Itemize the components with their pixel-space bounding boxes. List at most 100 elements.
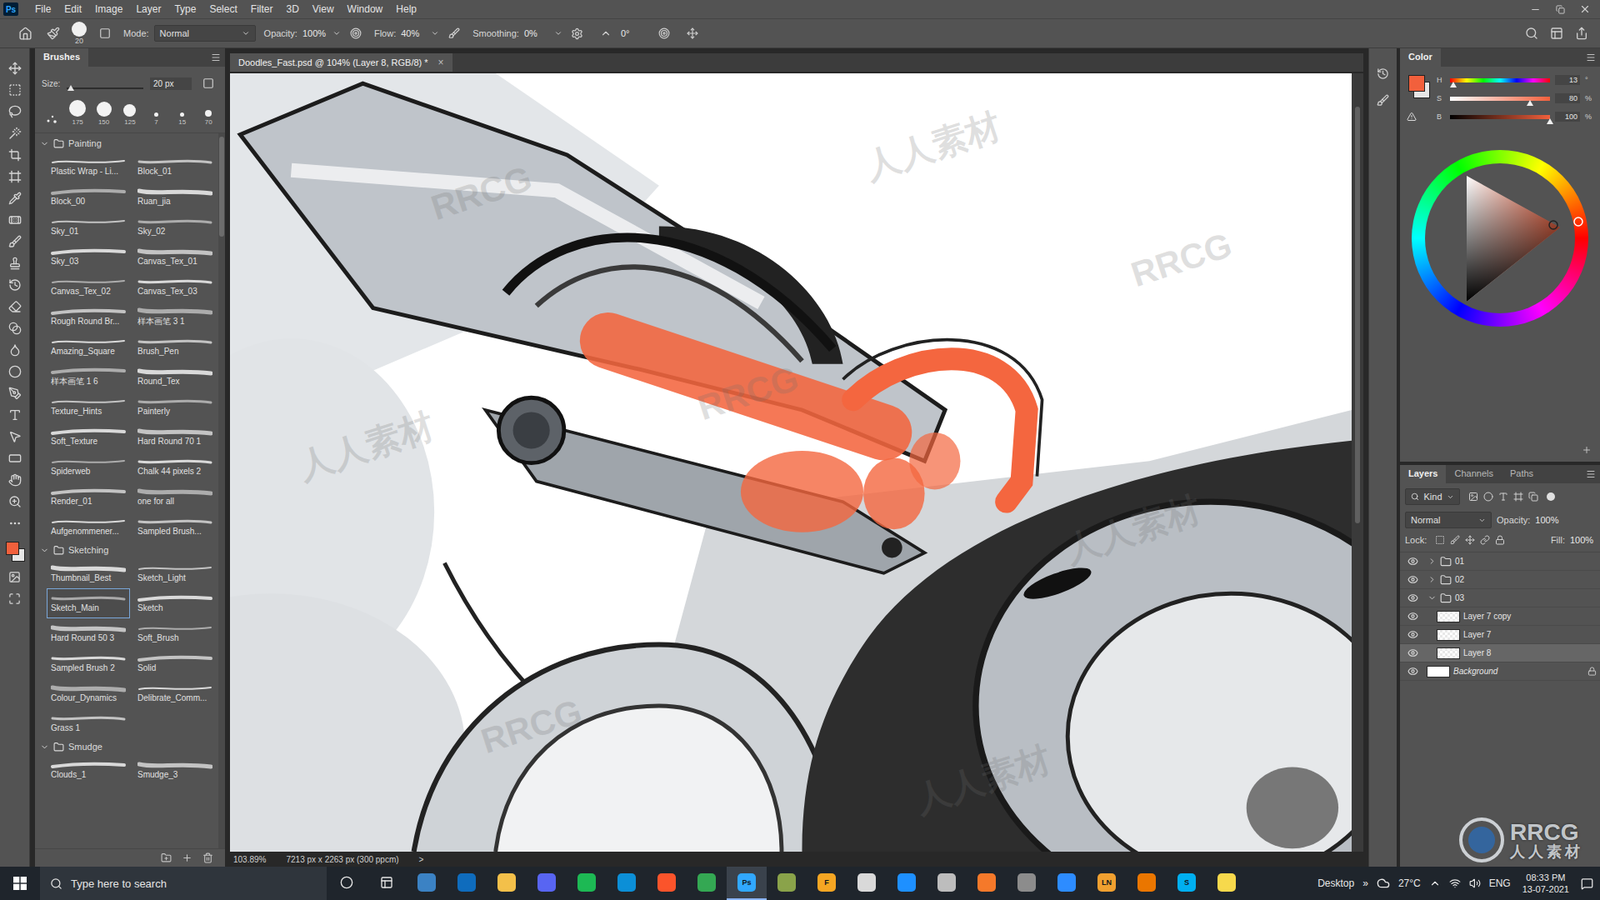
layers-tab[interactable]: Channels [1445,465,1501,484]
menu-item[interactable]: Edit [57,1,89,17]
taskbar-app[interactable] [646,866,687,900]
trash-icon[interactable] [202,852,214,864]
chevron-right-icon[interactable] [1427,556,1437,566]
share-icon[interactable] [1575,26,1589,40]
brush-item[interactable]: Aufgenommener... [46,511,130,542]
layer-opacity-value[interactable]: 100% [1535,515,1560,525]
toolbar-chevron[interactable]: » [1362,877,1369,890]
pressure-opacity-button[interactable] [345,23,366,44]
size-field[interactable]: 20 px [150,77,192,90]
brush-item[interactable]: Block_00 [46,181,130,212]
chevron-down-icon[interactable] [40,742,50,752]
brush-preset[interactable]: 70 [199,110,219,126]
brush-item[interactable]: Amazing_Square [46,331,130,362]
home-button[interactable] [15,23,35,44]
app-icon[interactable] [977,873,996,892]
airbrush-button[interactable] [444,23,465,44]
taskbar-app[interactable] [406,866,447,900]
brush-settings-icon[interactable] [99,27,111,40]
new-brush-icon[interactable] [181,852,193,864]
menu-icon[interactable] [210,52,221,63]
brush-item[interactable]: Round_Tex [133,361,217,392]
brush-item[interactable]: Block_01 [133,151,217,182]
app-icon[interactable] [577,873,596,892]
brush-item[interactable]: Hard Round 50 3 [46,618,130,649]
visibility-toggle[interactable] [1405,610,1420,622]
tool-preset-button[interactable] [43,23,64,44]
eye-icon[interactable] [1407,665,1419,677]
tool-icon[interactable] [8,300,22,314]
tool-button[interactable] [5,428,25,445]
size-slider[interactable] [66,87,144,90]
app-icon[interactable] [937,873,956,892]
close-icon[interactable] [1579,3,1591,15]
smart-filter-icon[interactable] [1528,491,1539,502]
channel-thumb[interactable] [1526,100,1534,106]
filter-dropdown[interactable]: Kind [1405,488,1460,505]
taskbar-app[interactable] [446,866,487,900]
add-icon[interactable] [1581,445,1592,455]
type-filter-icon[interactable] [1498,491,1509,502]
brush-item[interactable]: Thumbnail_Best [46,558,130,589]
taskbar-search[interactable]: Type here to search [40,866,327,900]
layer-row[interactable]: Layer 7 copy [1400,607,1600,626]
visibility-toggle[interactable] [1405,629,1420,640]
tool-icon[interactable] [8,235,22,249]
layer-row[interactable]: 01 [1400,552,1600,571]
brush-item[interactable]: Delibrate_Comm... [133,678,217,709]
chevron-right-icon[interactable] [1427,575,1437,585]
menu-item[interactable]: Select [202,1,244,17]
layer-row[interactable]: 02 [1400,570,1600,590]
color-swatches[interactable] [4,540,26,564]
tool-icon[interactable] [8,451,22,465]
tool-icon[interactable] [8,83,22,97]
brush-preset[interactable]: 125 [120,104,140,126]
app-logo[interactable]: Ps [3,2,19,16]
gamut-warning[interactable] [1406,111,1417,122]
search-button[interactable] [1521,23,1542,44]
language-indicator[interactable]: ENG [1489,877,1511,890]
taskbar-app[interactable] [526,866,567,900]
tool-icon[interactable] [8,430,22,444]
tool-button[interactable] [5,146,25,164]
brush-item[interactable]: Smudge_3 [133,755,217,785]
app-icon[interactable]: S [1177,873,1196,892]
chevron-down-icon[interactable] [40,545,50,555]
panel-menu-button[interactable] [1581,465,1600,484]
eye-icon[interactable] [1407,629,1419,640]
app-icon[interactable] [657,873,676,892]
brush-item[interactable]: Soft_Texture [46,421,130,452]
brush-item[interactable]: one for all [133,481,217,512]
status-arrow[interactable]: > [419,855,425,865]
lock-position-icon[interactable] [1465,535,1475,545]
channel-value[interactable]: 80 [1555,93,1580,104]
brush-preset[interactable]: 15 [172,112,192,126]
menu-item[interactable]: Type [167,1,203,17]
app-icon[interactable] [697,873,716,892]
panel-menu-button[interactable] [1581,48,1600,67]
brush-item[interactable]: Soft_Brush [133,618,217,649]
visibility-toggle[interactable] [1405,592,1420,604]
symmetry-button[interactable] [682,23,703,44]
brush-item[interactable]: 样本画笔 1 6 [46,361,130,392]
desktop-toolbar[interactable]: Desktop [1317,877,1355,890]
brush-preset[interactable]: 175 [67,100,87,126]
brush-settings-panel-button[interactable] [1373,90,1394,110]
tool-icon[interactable] [8,105,22,119]
new-brush-button[interactable] [198,73,219,94]
layer-row[interactable]: Layer 7 [1400,625,1600,645]
app-icon[interactable]: LN [1097,873,1116,892]
weather-temp[interactable]: 27°C [1398,877,1421,890]
blend-dropdown[interactable]: Normal [1405,511,1492,529]
preset-scatter[interactable] [41,112,61,126]
close-button[interactable] [1578,2,1592,16]
warning-icon[interactable] [1406,111,1417,122]
app-icon[interactable]: Ps [737,873,756,892]
color-wheel[interactable] [1411,150,1589,327]
brush-preset[interactable]: 7 [146,112,166,126]
brush-item[interactable]: Chalk 44 pixels 2 [133,451,217,482]
menu-item[interactable]: Help [389,1,424,17]
gear-icon[interactable] [570,27,584,40]
tool-icon[interactable] [8,256,22,270]
flow-value[interactable]: 40% [400,28,426,39]
